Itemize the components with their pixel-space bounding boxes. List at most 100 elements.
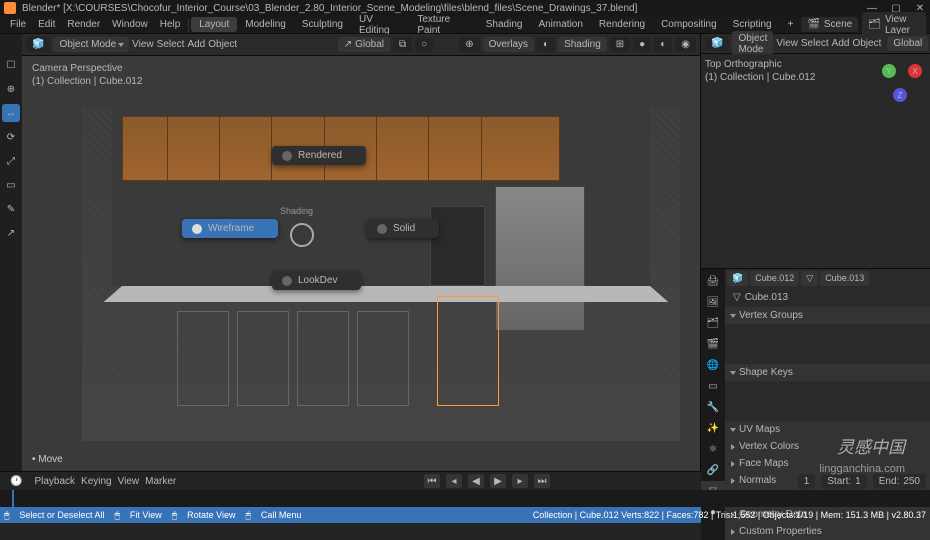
ptab-physics[interactable]: ⚛ xyxy=(701,439,725,459)
ptab-viewlayer[interactable]: 🗂 xyxy=(701,313,725,333)
timeline-track[interactable] xyxy=(0,490,930,507)
tab-modeling[interactable]: Modeling xyxy=(237,17,294,32)
ptab-particles[interactable]: ✨ xyxy=(701,418,725,438)
menu-help[interactable]: Help xyxy=(154,19,187,30)
tool-cursor[interactable]: ⊕ xyxy=(2,80,20,98)
pie-center-icon xyxy=(290,223,314,247)
tab-layout[interactable]: Layout xyxy=(191,17,237,32)
pie-title: Shading xyxy=(280,206,313,216)
obj-stool[interactable] xyxy=(357,311,409,406)
overlays-toggle[interactable]: Overlays xyxy=(483,37,534,52)
ptab-output[interactable]: 🖼 xyxy=(701,292,725,312)
play[interactable]: ▶ xyxy=(490,474,506,488)
datablock-name[interactable]: ▽ Cube.013 xyxy=(727,290,928,305)
tl-keying[interactable]: Keying xyxy=(81,476,112,487)
menu-render[interactable]: Render xyxy=(61,19,106,30)
sec-object[interactable]: Object xyxy=(852,38,881,49)
keyframe-next[interactable]: ▸ xyxy=(512,474,528,488)
playhead[interactable] xyxy=(12,490,14,507)
secondary-viewport[interactable]: Top Orthographic(1) Collection | Cube.01… xyxy=(701,54,930,268)
tab-shading[interactable]: Shading xyxy=(478,17,531,32)
current-frame[interactable]: 1 xyxy=(798,474,816,489)
sec-editor-type[interactable]: 🧊 xyxy=(705,36,729,51)
pie-lookdev[interactable]: LookDev xyxy=(272,271,361,290)
tool-scale[interactable]: ⤢ xyxy=(2,152,20,170)
end-frame[interactable]: End: 250 xyxy=(873,474,926,489)
play-reverse[interactable]: ◀ xyxy=(468,474,484,488)
tool-select[interactable]: ☐ xyxy=(2,56,20,74)
keyframe-prev[interactable]: ◂ xyxy=(446,474,462,488)
ptab-world[interactable]: 🌐 xyxy=(701,355,725,375)
tool-move[interactable]: ↔ xyxy=(2,104,20,122)
mode-selector[interactable]: Object Mode xyxy=(53,37,129,52)
tool-annotate[interactable]: ✎ xyxy=(2,200,20,218)
nav-gizmo[interactable]: X Y Z xyxy=(878,60,922,104)
shading-wire[interactable]: ⊞ xyxy=(610,37,630,52)
sec-view[interactable]: View xyxy=(776,38,798,49)
gizmo-toggle[interactable]: ⊕ xyxy=(459,37,479,52)
start-frame[interactable]: Start: 1 xyxy=(821,474,866,489)
ptab-scene[interactable]: 🎬 xyxy=(701,334,725,354)
jump-start[interactable]: ⏮ xyxy=(424,474,440,488)
xray-toggle[interactable]: ◐ xyxy=(537,37,555,52)
tab-sculpting[interactable]: Sculpting xyxy=(294,17,351,32)
toolbar: ☐ ⊕ ↔ ⟳ ⤢ ▭ ✎ ↗ xyxy=(0,34,22,471)
snap-toggle[interactable]: ⧉ xyxy=(393,37,412,52)
jump-end[interactable]: ⏭ xyxy=(534,474,550,488)
viewport-3d[interactable]: Camera Perspective (1) Collection | Cube… xyxy=(22,56,700,471)
axis-y[interactable]: Y xyxy=(882,64,896,78)
menu-window[interactable]: Window xyxy=(106,19,154,30)
axis-z[interactable]: Z xyxy=(893,88,907,102)
axis-x[interactable]: X xyxy=(908,64,922,78)
obj-stool[interactable] xyxy=(297,311,349,406)
editor-type[interactable]: 🧊 xyxy=(26,37,50,52)
sec-orient[interactable]: Global xyxy=(887,36,928,51)
scene-selector[interactable]: 🎬 Scene xyxy=(801,17,858,32)
shading-lookdev[interactable]: ◐ xyxy=(654,37,672,52)
menu-edit[interactable]: Edit xyxy=(32,19,61,30)
panel-custom-props[interactable]: Custom Properties xyxy=(725,523,930,540)
vp-menu-add[interactable]: Add xyxy=(187,39,205,50)
ptab-render[interactable]: 🖨 xyxy=(701,271,725,291)
tab-rendering[interactable]: Rendering xyxy=(591,17,653,32)
tool-measure[interactable]: ↗ xyxy=(2,224,20,242)
tab-scripting[interactable]: Scripting xyxy=(725,17,780,32)
shading-solid[interactable]: ● xyxy=(633,37,651,52)
shading-dropdown[interactable]: Shading xyxy=(558,37,607,52)
orientation[interactable]: ↗ Global xyxy=(338,37,390,52)
tab-add[interactable]: + xyxy=(780,17,802,32)
vp-menu-select[interactable]: Select xyxy=(157,39,185,50)
tl-marker[interactable]: Marker xyxy=(145,476,176,487)
obj-stool[interactable] xyxy=(237,311,289,406)
hint-menu: Call Menu xyxy=(261,510,302,520)
tab-compositing[interactable]: Compositing xyxy=(653,17,725,32)
menu-file[interactable]: File xyxy=(4,19,32,30)
ptab-modifier[interactable]: 🔧 xyxy=(701,397,725,417)
panel-vertex-groups[interactable]: Vertex Groups xyxy=(725,307,930,324)
tab-animation[interactable]: Animation xyxy=(530,17,590,32)
sec-select[interactable]: Select xyxy=(801,38,829,49)
vp-menu-object[interactable]: Object xyxy=(208,39,237,50)
hint-fit: Fit View xyxy=(130,510,162,520)
pie-solid[interactable]: Solid xyxy=(367,219,439,238)
obj-stool-selected[interactable] xyxy=(437,296,499,406)
sec-add[interactable]: Add xyxy=(832,38,850,49)
vp-menu-view[interactable]: View xyxy=(132,39,154,50)
hint-rotate: Rotate View xyxy=(187,510,235,520)
prop-edit-toggle[interactable]: ○ xyxy=(415,37,433,52)
ptab-object[interactable]: ▭ xyxy=(701,376,725,396)
tool-transform[interactable]: ▭ xyxy=(2,176,20,194)
panel-shape-keys[interactable]: Shape Keys xyxy=(725,364,930,381)
hint-select: Select or Deselect All xyxy=(19,510,104,520)
pie-wireframe[interactable]: Wireframe xyxy=(182,219,278,238)
timeline-editor-type[interactable]: 🕐 xyxy=(4,474,28,489)
obj-stool[interactable] xyxy=(177,311,229,406)
tl-playback[interactable]: Playback xyxy=(34,476,75,487)
tool-rotate[interactable]: ⟳ xyxy=(2,128,20,146)
window-title: Blender* [X:\COURSES\Chocofur_Interior_C… xyxy=(22,3,637,14)
watermark-url: lingganchina.com xyxy=(819,463,905,475)
sec-mode[interactable]: Object Mode xyxy=(732,31,773,57)
tl-view[interactable]: View xyxy=(118,476,140,487)
pie-rendered[interactable]: Rendered xyxy=(272,146,366,165)
shading-rendered[interactable]: ◉ xyxy=(675,37,696,52)
